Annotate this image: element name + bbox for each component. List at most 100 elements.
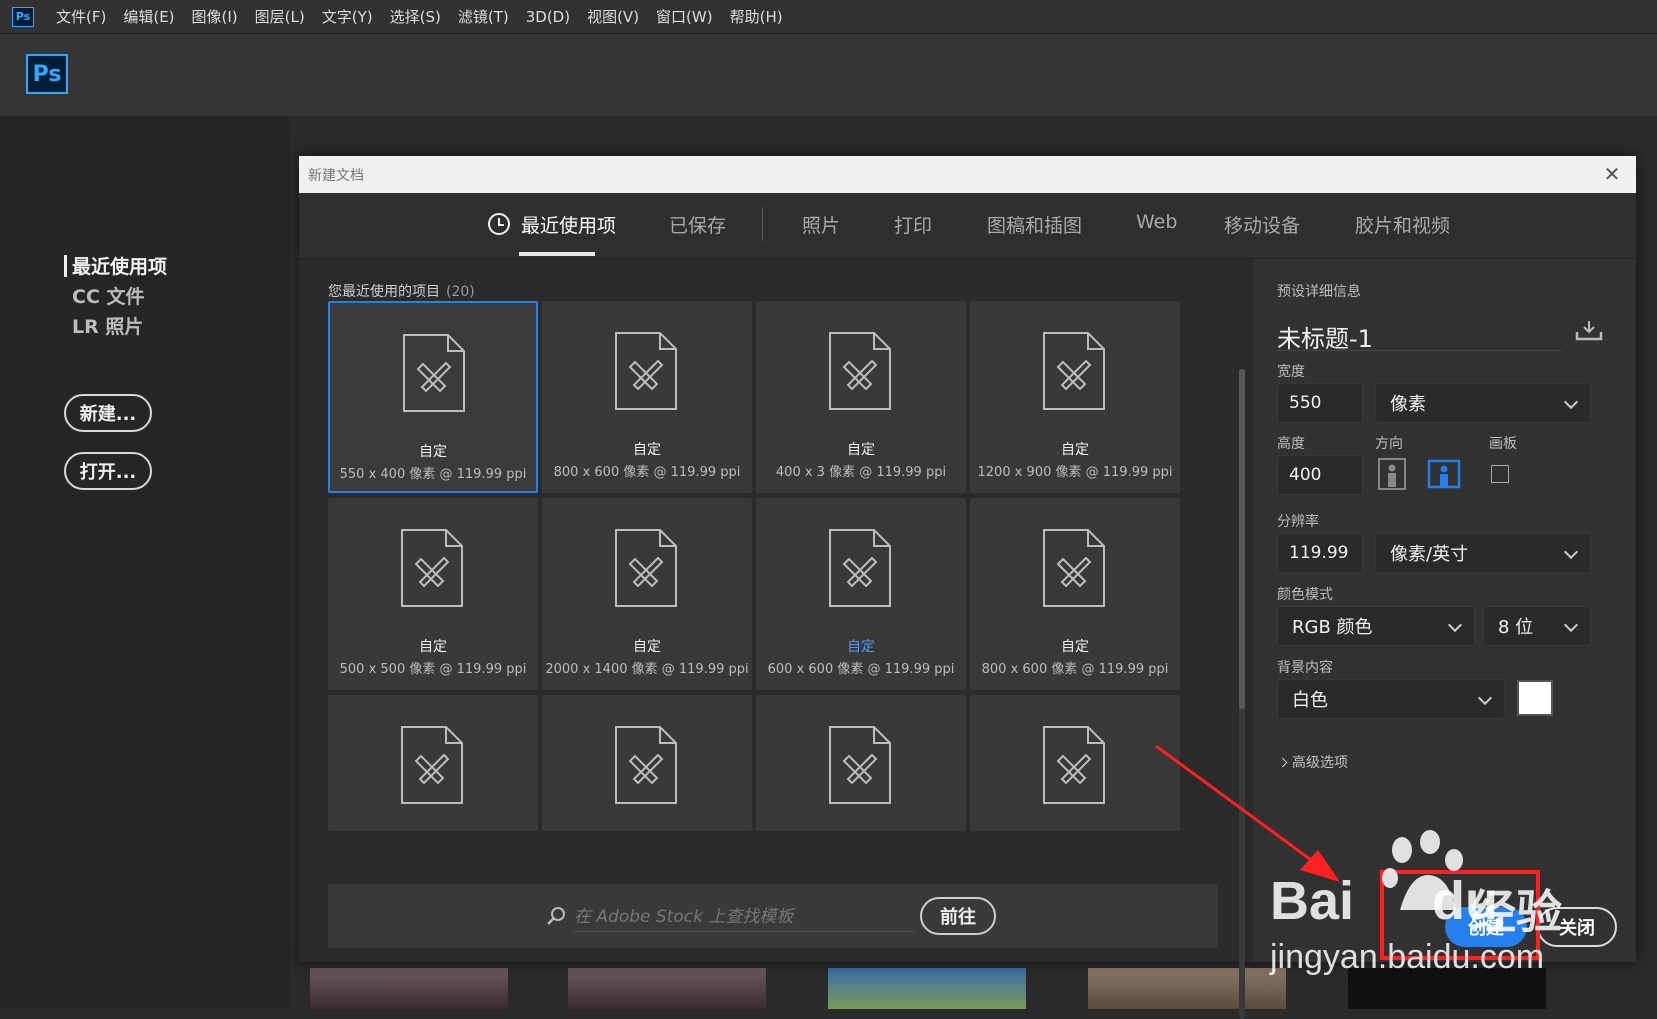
- menu-edit[interactable]: 编辑(E): [123, 6, 174, 27]
- active-tab-underline: [519, 252, 595, 256]
- preset-name: 自定: [1061, 442, 1089, 458]
- preset-card[interactable]: 自定 800 x 600 像素 @ 119.99 ppi: [970, 498, 1180, 690]
- preset-name: 自定: [847, 639, 875, 655]
- presets-area: 您最近使用的项目 (20) 自定 550 x 400 像素 @ 119.99 ppi…: [299, 259, 1245, 1019]
- sidebar-item-cc-files[interactable]: CC 文件: [72, 282, 145, 309]
- menu-filter[interactable]: 滤镜(T): [458, 6, 509, 27]
- watermark-brand: Bai du: [1270, 871, 1499, 931]
- document-icon: [615, 726, 677, 804]
- tab-film-video[interactable]: 胶片和视频: [1355, 211, 1450, 238]
- document-icon: [1043, 726, 1105, 804]
- close-icon[interactable]: ✕: [1600, 162, 1624, 186]
- sidebar-item-lr-photos[interactable]: LR 照片: [72, 312, 143, 339]
- preset-size: 600 x 600 像素 @ 119.99 ppi: [767, 662, 955, 677]
- portrait-orientation-icon[interactable]: [1377, 457, 1407, 491]
- preset-size: 800 x 600 像素 @ 119.99 ppi: [553, 465, 741, 480]
- go-button[interactable]: 前往: [920, 897, 996, 935]
- details-heading: 预设详细信息: [1277, 284, 1361, 300]
- tab-photo[interactable]: 照片: [802, 211, 840, 238]
- preset-card[interactable]: 自定 1200 x 900 像素 @ 119.99 ppi: [970, 301, 1180, 493]
- resolution-input[interactable]: 119.99: [1277, 533, 1363, 573]
- menu-help[interactable]: 帮助(H): [730, 6, 783, 27]
- scrollbar-thumb[interactable]: [1239, 369, 1245, 709]
- tab-saved[interactable]: 已保存: [669, 211, 726, 238]
- preset-card[interactable]: 自定 550 x 400 像素 @ 119.99 ppi: [328, 301, 538, 493]
- document-icon: [401, 726, 463, 804]
- preset-card[interactable]: 自定 400 x 3 像素 @ 119.99 ppi: [756, 301, 966, 493]
- stock-search-input[interactable]: [574, 902, 914, 932]
- document-icon: [829, 332, 891, 410]
- photoshop-app-icon: Ps: [12, 6, 34, 27]
- chevron-down-icon: [1477, 690, 1493, 706]
- clock-icon: [488, 213, 510, 235]
- search-icon: [547, 907, 565, 925]
- menu-3d[interactable]: 3D(D): [526, 8, 570, 26]
- new-button[interactable]: 新建...: [64, 394, 152, 432]
- width-unit-select[interactable]: 像素: [1375, 383, 1591, 423]
- orientation-label: 方向: [1375, 436, 1403, 452]
- active-indicator: [64, 255, 67, 277]
- preset-card[interactable]: [970, 695, 1180, 831]
- document-icon: [401, 529, 463, 607]
- resolution-label: 分辨率: [1277, 514, 1319, 530]
- width-label: 宽度: [1277, 364, 1305, 380]
- menu-layer[interactable]: 图层(L): [255, 6, 305, 27]
- chevron-down-icon: [1563, 394, 1579, 410]
- open-button[interactable]: 打开...: [64, 452, 152, 490]
- preset-card[interactable]: 自定 2000 x 1400 像素 @ 119.99 ppi: [542, 498, 752, 690]
- menu-image[interactable]: 图像(I): [192, 6, 238, 27]
- chevron-down-icon: [1447, 617, 1463, 633]
- preset-card[interactable]: 自定 800 x 600 像素 @ 119.99 ppi: [542, 301, 752, 493]
- home-header: Ps: [0, 34, 1657, 116]
- resolution-unit-select[interactable]: 像素/英寸: [1375, 533, 1591, 573]
- artboard-checkbox[interactable]: [1491, 465, 1509, 483]
- menu-window[interactable]: 窗口(W): [656, 6, 713, 27]
- height-input[interactable]: 400: [1277, 455, 1363, 495]
- background-select[interactable]: 白色: [1277, 679, 1505, 719]
- preset-name: 自定: [847, 442, 875, 458]
- bit-depth-select[interactable]: 8 位: [1483, 606, 1591, 646]
- preset-card[interactable]: 自定 600 x 600 像素 @ 119.99 ppi: [756, 498, 966, 690]
- save-preset-icon[interactable]: [1575, 319, 1603, 341]
- height-label: 高度: [1277, 436, 1305, 452]
- preset-size: 500 x 500 像素 @ 119.99 ppi: [339, 662, 527, 677]
- menu-type[interactable]: 文字(Y): [322, 6, 373, 27]
- dialog-title-bar: 新建文档: [299, 156, 1636, 193]
- menu-select[interactable]: 选择(S): [390, 6, 441, 27]
- preset-card[interactable]: [542, 695, 752, 831]
- landscape-orientation-icon[interactable]: [1427, 457, 1461, 491]
- watermark-cn: 经验: [1470, 885, 1562, 939]
- chevron-down-icon: [1563, 544, 1579, 560]
- preset-card[interactable]: [756, 695, 966, 831]
- document-icon: [829, 529, 891, 607]
- artboard-label: 画板: [1489, 436, 1517, 452]
- background-color-swatch[interactable]: [1517, 680, 1553, 716]
- sidebar-item-recent[interactable]: 最近使用项: [72, 252, 167, 279]
- tab-print[interactable]: 打印: [894, 211, 932, 238]
- menu-file[interactable]: 文件(F): [56, 6, 106, 27]
- preset-card[interactable]: [328, 695, 538, 831]
- tab-mobile[interactable]: 移动设备: [1224, 211, 1300, 238]
- recent-file-thumbnail[interactable]: [828, 968, 1026, 1009]
- preset-size: 2000 x 1400 像素 @ 119.99 ppi: [545, 662, 749, 677]
- color-mode-select[interactable]: RGB 颜色: [1277, 606, 1475, 646]
- tab-web[interactable]: Web: [1136, 211, 1177, 233]
- document-icon: [1043, 529, 1105, 607]
- width-input[interactable]: 550: [1277, 383, 1363, 423]
- document-icon: [403, 334, 465, 412]
- recent-count: (20): [446, 284, 475, 300]
- dialog-title: 新建文档: [308, 167, 364, 184]
- recent-file-thumbnail[interactable]: [310, 968, 508, 1009]
- tab-recent[interactable]: 最近使用项: [521, 211, 616, 238]
- document-icon: [615, 332, 677, 410]
- document-icon: [829, 726, 891, 804]
- recent-file-thumbnail[interactable]: [568, 968, 766, 1009]
- menu-view[interactable]: 视图(V): [587, 6, 639, 27]
- tab-divider: [762, 207, 763, 241]
- recent-file-thumbnail[interactable]: [1088, 968, 1286, 1009]
- preset-card[interactable]: 自定 500 x 500 像素 @ 119.99 ppi: [328, 498, 538, 690]
- document-name-field[interactable]: 未标题-1: [1277, 319, 1562, 353]
- tab-art-illustration[interactable]: 图稿和插图: [987, 211, 1082, 238]
- preset-tabs: 最近使用项 已保存 照片 打印 图稿和插图 Web 移动设备 胶片和视频: [299, 193, 1636, 259]
- document-icon: [615, 529, 677, 607]
